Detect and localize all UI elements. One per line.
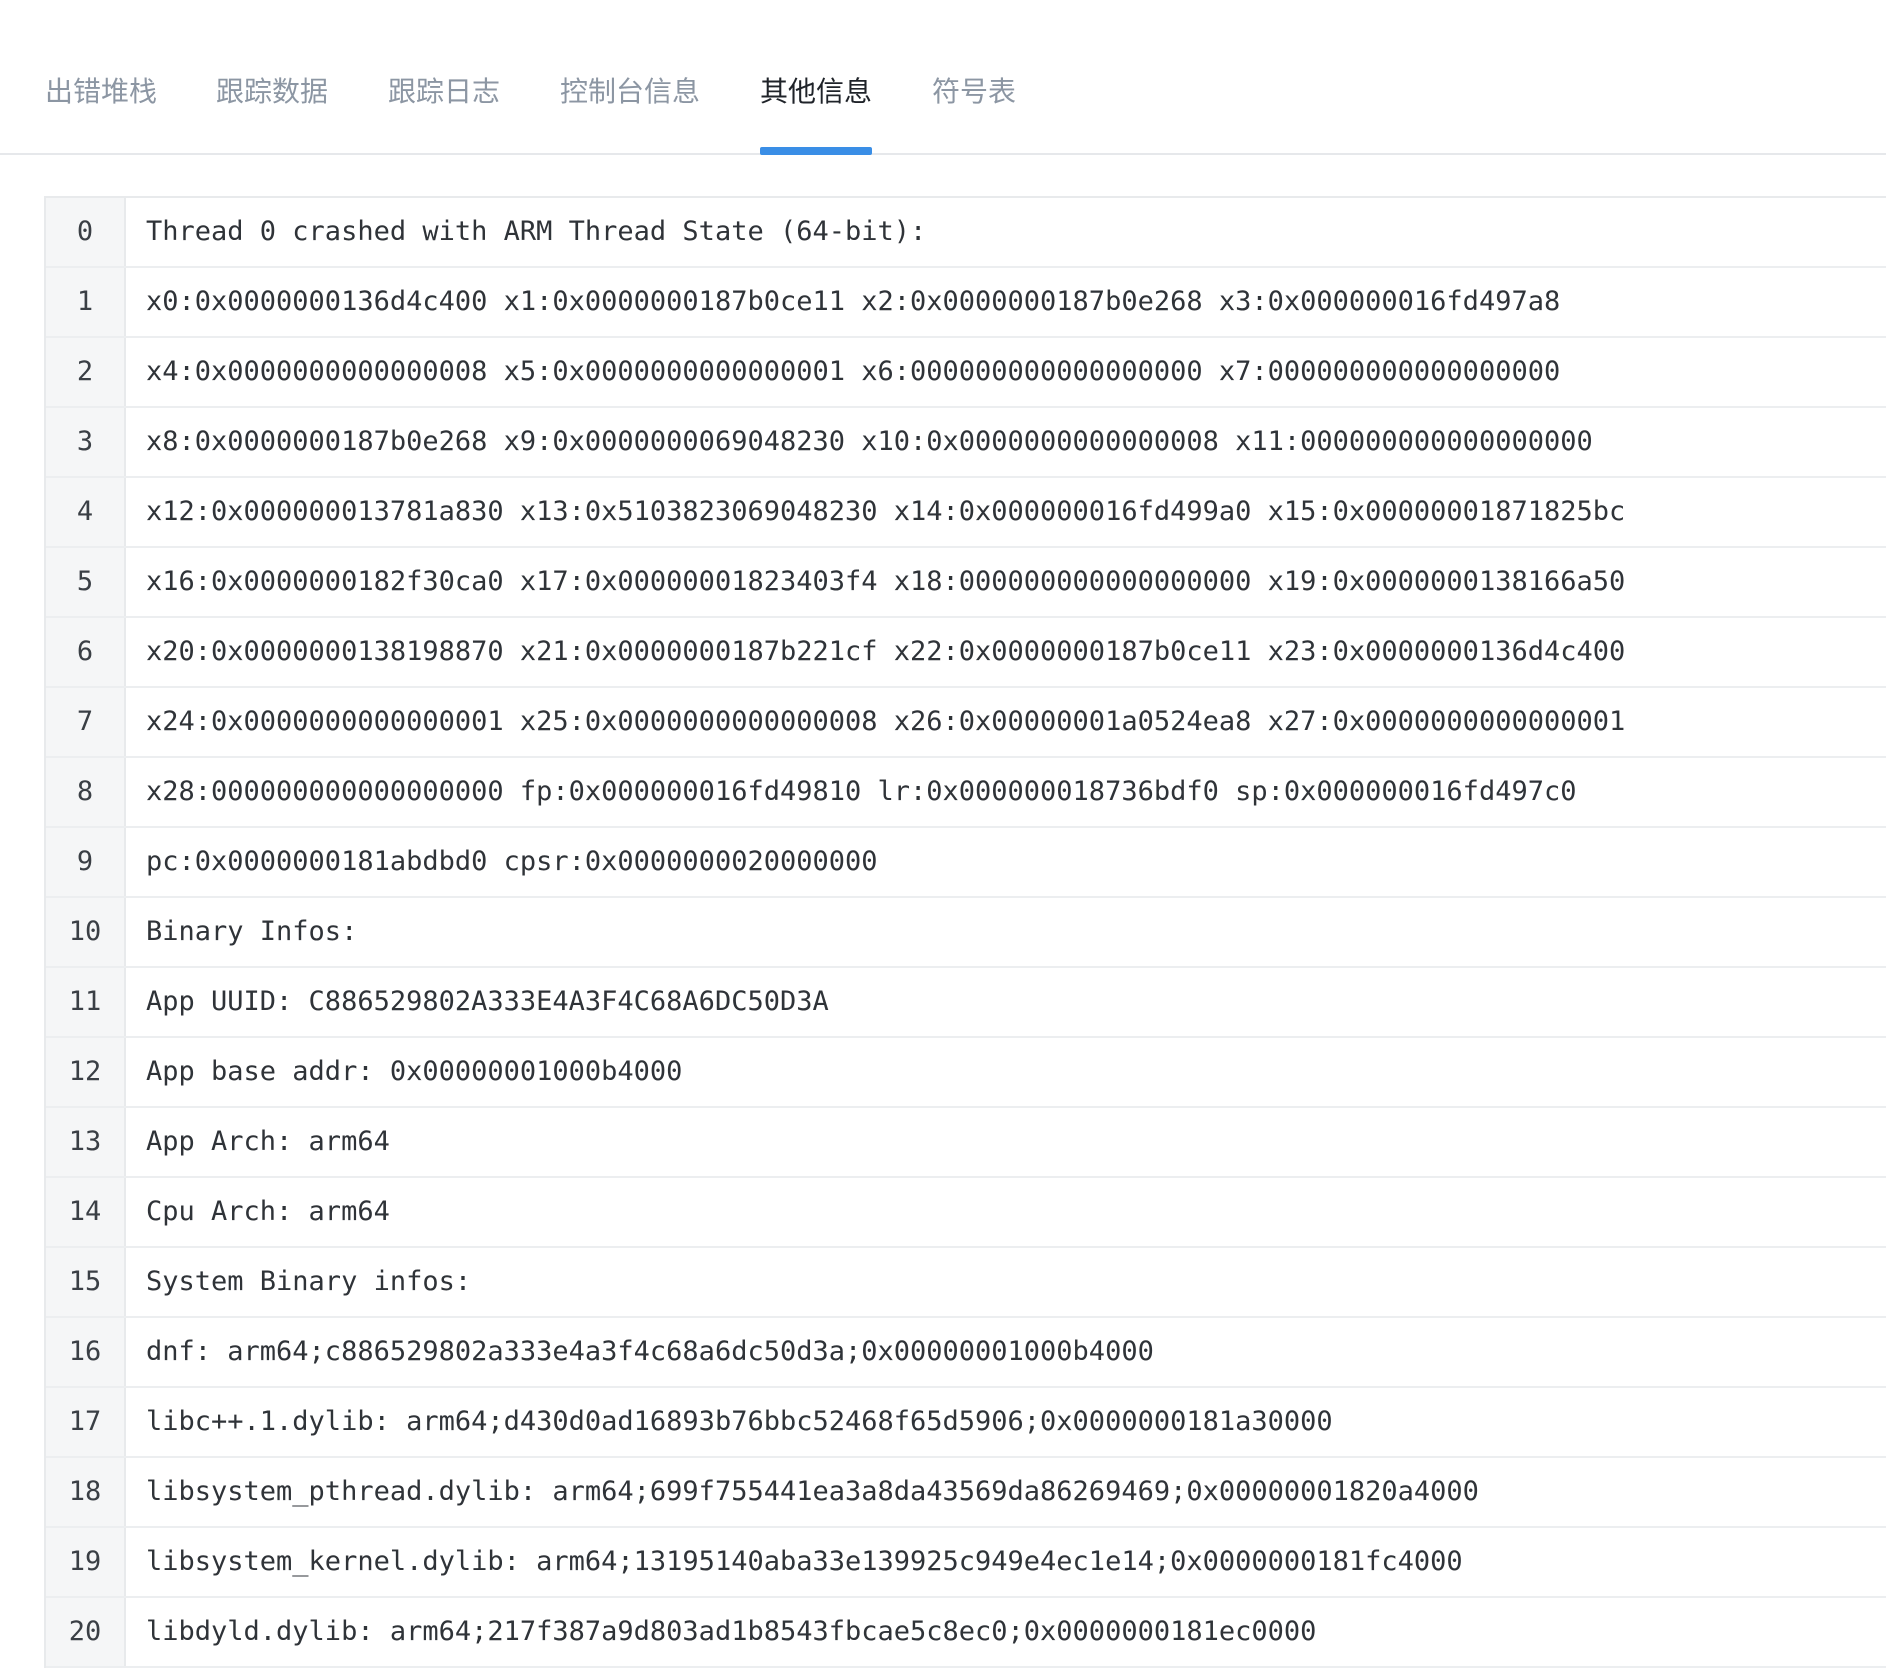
line-number: 17 <box>46 1388 126 1456</box>
line-text: Cpu Arch: arm64 <box>146 1196 390 1227</box>
line-text: System Binary infos: <box>146 1266 472 1297</box>
line-number: 5 <box>46 548 126 616</box>
line-number: 18 <box>46 1458 126 1526</box>
line-text: libsystem_kernel.dylib: arm64;13195140ab… <box>146 1546 1463 1577</box>
line-number: 4 <box>46 478 126 546</box>
line-text: x16:0x0000000182f30ca0 x17:0x00000001823… <box>146 566 1626 597</box>
log-line: 2 x4:0x0000000000000008 x5:0x00000000000… <box>46 338 1886 408</box>
line-number: 7 <box>46 688 126 756</box>
line-number: 19 <box>46 1528 126 1596</box>
line-number: 6 <box>46 618 126 686</box>
line-text: x12:0x000000013781a830 x13:0x51038230690… <box>146 496 1626 527</box>
log-line: 4 x12:0x000000013781a830 x13:0x510382306… <box>46 478 1886 548</box>
line-number: 11 <box>46 968 126 1036</box>
line-text: pc:0x0000000181abdbd0 cpsr:0x00000000200… <box>146 846 878 877</box>
line-number: 16 <box>46 1318 126 1386</box>
line-text: x8:0x0000000187b0e268 x9:0x0000000069048… <box>146 426 1593 457</box>
active-tab-indicator <box>760 147 872 155</box>
log-line: 18 libsystem_pthread.dylib: arm64;699f75… <box>46 1458 1886 1528</box>
line-text: x4:0x0000000000000008 x5:0x0000000000000… <box>146 356 1561 387</box>
log-line: 20 libdyld.dylib: arm64;217f387a9d803ad1… <box>46 1598 1886 1668</box>
log-line: 6 x20:0x0000000138198870 x21:0x000000018… <box>46 618 1886 688</box>
tab-symbol-table[interactable]: 符号表 <box>932 72 1016 112</box>
log-line: 8 x28:000000000000000000 fp:0x000000016f… <box>46 758 1886 828</box>
line-number: 9 <box>46 828 126 896</box>
line-number: 8 <box>46 758 126 826</box>
line-number: 10 <box>46 898 126 966</box>
line-number: 12 <box>46 1038 126 1106</box>
line-number: 14 <box>46 1178 126 1246</box>
log-line: 17 libc++.1.dylib: arm64;d430d0ad16893b7… <box>46 1388 1886 1458</box>
line-number: 15 <box>46 1248 126 1316</box>
line-text: Thread 0 crashed with ARM Thread State (… <box>146 216 927 247</box>
line-number: 13 <box>46 1108 126 1176</box>
tab-console-info[interactable]: 控制台信息 <box>560 72 700 112</box>
tab-crash-stack[interactable]: 出错堆栈 <box>45 72 157 112</box>
log-line: 13 App Arch: arm64 <box>46 1108 1886 1178</box>
line-text: libdyld.dylib: arm64;217f387a9d803ad1b85… <box>146 1616 1317 1647</box>
log-line: 5 x16:0x0000000182f30ca0 x17:0x000000018… <box>46 548 1886 618</box>
line-text: x24:0x0000000000000001 x25:0x00000000000… <box>146 706 1626 737</box>
tab-trace-data[interactable]: 跟踪数据 <box>216 72 328 112</box>
info-log-table: 0 Thread 0 crashed with ARM Thread State… <box>44 196 1886 1668</box>
line-text: x0:0x0000000136d4c400 x1:0x0000000187b0c… <box>146 286 1561 317</box>
log-line: 3 x8:0x0000000187b0e268 x9:0x00000000690… <box>46 408 1886 478</box>
tab-bar: 出错堆栈 跟踪数据 跟踪日志 控制台信息 其他信息 符号表 <box>0 0 1886 155</box>
log-line: 16 dnf: arm64;c886529802a333e4a3f4c68a6d… <box>46 1318 1886 1388</box>
tab-trace-log[interactable]: 跟踪日志 <box>388 72 500 112</box>
log-line: 0 Thread 0 crashed with ARM Thread State… <box>46 198 1886 268</box>
line-text: x20:0x0000000138198870 x21:0x0000000187b… <box>146 636 1626 667</box>
log-line: 12 App base addr: 0x00000001000b4000 <box>46 1038 1886 1108</box>
log-line: 1 x0:0x0000000136d4c400 x1:0x0000000187b… <box>46 268 1886 338</box>
line-text: libsystem_pthread.dylib: arm64;699f75544… <box>146 1476 1479 1507</box>
line-number: 1 <box>46 268 126 336</box>
log-line: 14 Cpu Arch: arm64 <box>46 1178 1886 1248</box>
line-number: 0 <box>46 198 126 266</box>
line-text: App base addr: 0x00000001000b4000 <box>146 1056 683 1087</box>
log-line: 11 App UUID: C886529802A333E4A3F4C68A6DC… <box>46 968 1886 1038</box>
line-number: 20 <box>46 1598 126 1666</box>
log-line: 15 System Binary infos: <box>46 1248 1886 1318</box>
line-text: libc++.1.dylib: arm64;d430d0ad16893b76bb… <box>146 1406 1333 1437</box>
log-line: 7 x24:0x0000000000000001 x25:0x000000000… <box>46 688 1886 758</box>
log-line: 9 pc:0x0000000181abdbd0 cpsr:0x000000002… <box>46 828 1886 898</box>
line-text: App Arch: arm64 <box>146 1126 390 1157</box>
log-line: 10 Binary Infos: <box>46 898 1886 968</box>
tab-other-info[interactable]: 其他信息 <box>760 72 872 112</box>
line-number: 2 <box>46 338 126 406</box>
log-line: 19 libsystem_kernel.dylib: arm64;1319514… <box>46 1528 1886 1598</box>
line-number: 3 <box>46 408 126 476</box>
line-text: x28:000000000000000000 fp:0x000000016fd4… <box>146 776 1577 807</box>
line-text: Binary Infos: <box>146 916 358 947</box>
line-text: App UUID: C886529802A333E4A3F4C68A6DC50D… <box>146 986 829 1017</box>
line-text: dnf: arm64;c886529802a333e4a3f4c68a6dc50… <box>146 1336 1154 1367</box>
